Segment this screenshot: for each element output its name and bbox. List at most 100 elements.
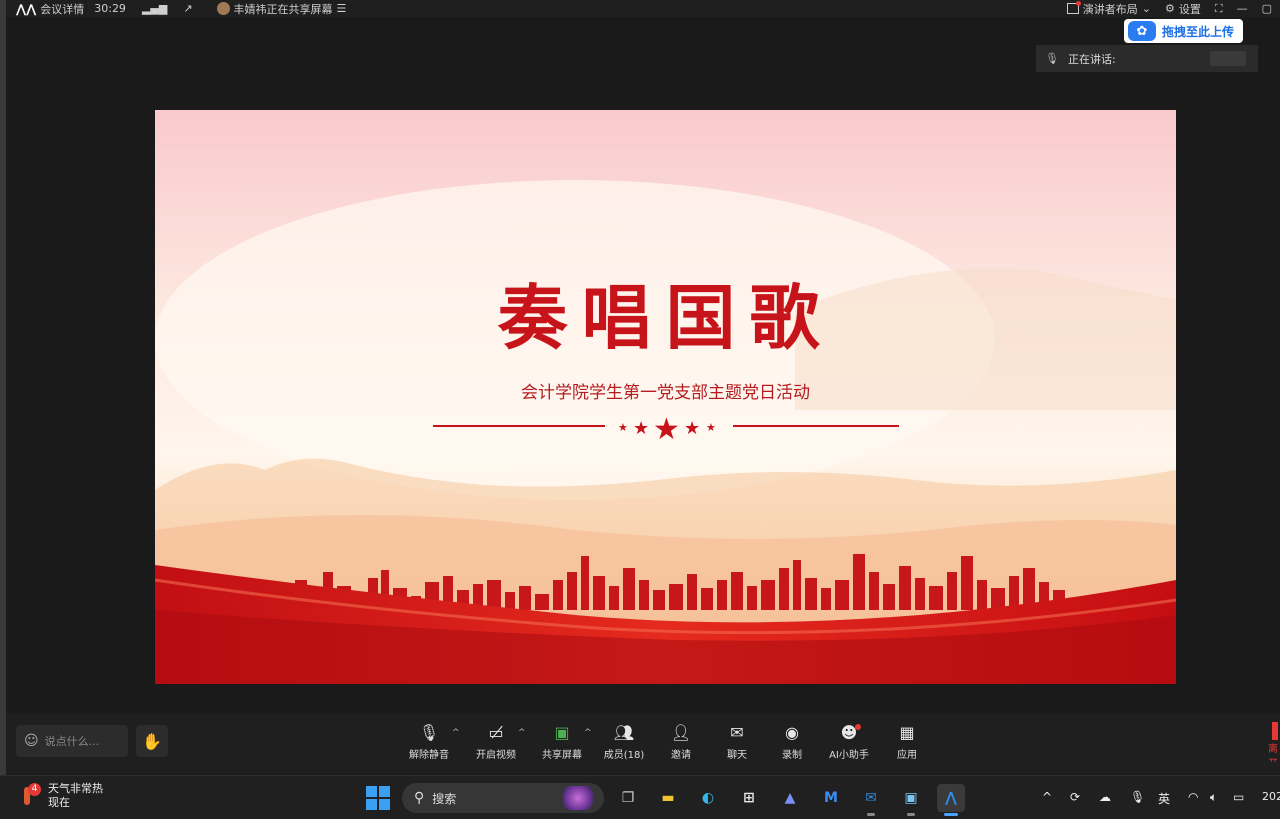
file-explorer-icon[interactable]: ▬: [654, 784, 682, 812]
task-view-icon[interactable]: ❐: [614, 784, 642, 812]
presenter-avatar: [216, 2, 230, 15]
apps-icon: ▦: [899, 723, 915, 742]
sharing-status[interactable]: 丰婧祎正在共享屏幕 ☰: [216, 1, 347, 17]
chat-placeholder: 说点什么...: [44, 735, 100, 748]
members-icon: 👥︎: [613, 723, 635, 742]
chat-button[interactable]: ✉ 聊天: [707, 722, 767, 768]
share-options-caret[interactable]: ^: [584, 728, 592, 738]
drag-upload-badge[interactable]: ✿ 拖拽至此上传: [1124, 19, 1243, 43]
ai-assistant-label: AI小助手: [829, 750, 869, 761]
slide-title: 奏唱国歌: [497, 276, 834, 359]
tencent-meeting-icon[interactable]: ⋀: [937, 784, 965, 816]
share-screen-label: 共享屏幕: [542, 750, 582, 761]
gear-icon: ⚙: [1165, 2, 1175, 15]
svg-text:★: ★: [633, 418, 649, 439]
members-button[interactable]: 👥︎ 成员(18): [594, 722, 654, 768]
speaking-label: 正在讲话:: [1068, 52, 1116, 66]
emoji-icon[interactable]: ☺: [24, 733, 39, 749]
record-button[interactable]: ◉ 录制: [762, 722, 822, 768]
settings-button[interactable]: ⚙ 设置: [1165, 1, 1201, 17]
video-off-icon: ▭̸: [488, 723, 504, 742]
weather-sub: 现在: [48, 796, 70, 809]
svg-text:★: ★: [706, 421, 716, 434]
edge-browser-icon[interactable]: ◐: [694, 784, 722, 812]
search-label: 搜索: [432, 791, 457, 806]
invite-button[interactable]: 👤︎ 邀请: [651, 722, 711, 768]
chat-label: 聊天: [727, 750, 747, 761]
svg-text:★: ★: [618, 421, 628, 434]
clock[interactable]: 202: [1262, 790, 1280, 803]
meeting-timer: 30:29: [94, 2, 126, 15]
audio-options-caret[interactable]: ^: [452, 728, 460, 738]
sharing-menu-icon: ☰: [336, 2, 347, 15]
sync-icon[interactable]: ⟳: [1070, 790, 1080, 804]
window-left-edge: [0, 0, 6, 775]
remote-desktop-icon[interactable]: ▣: [897, 784, 925, 816]
members-label: 成员(18): [603, 750, 645, 761]
restore-icon[interactable]: ▢: [1262, 2, 1272, 15]
upload-label: 拖拽至此上传: [1162, 24, 1235, 39]
chat-icon: ✉: [730, 723, 744, 742]
ime-indicator[interactable]: 英: [1158, 790, 1170, 807]
mail-app-icon[interactable]: M: [817, 784, 845, 812]
video-button[interactable]: ▭̸ 开启视频: [466, 722, 526, 768]
outlook-icon[interactable]: ✉: [857, 784, 885, 816]
cloud-upload-icon: ✿: [1128, 21, 1156, 41]
taskbar-search[interactable]: ⚲ 搜索: [402, 783, 604, 813]
sharing-status-label: 丰婧祎正在共享屏幕: [233, 2, 333, 16]
top-right-controls: 演讲者布局 ⌄ ⚙ 设置 ⛶ — ▢: [1066, 0, 1280, 17]
ai-assistant-icon: ☻: [841, 722, 862, 744]
mic-muted-icon: 🎙︎: [1045, 52, 1059, 65]
fullscreen-icon[interactable]: ⛶: [1215, 2, 1223, 16]
layout-icon: [1066, 1, 1081, 14]
volume-icon[interactable]: 🔈︎: [1210, 790, 1217, 805]
record-label: 录制: [782, 750, 802, 761]
apps-button[interactable]: ▦ 应用: [877, 722, 937, 768]
signal-icon[interactable]: ▂▄▆: [142, 2, 167, 15]
thermometer-icon: 4: [18, 783, 41, 809]
quick-chat-input[interactable]: ☺ 说点什么...: [16, 725, 128, 757]
invite-icon: 👤︎: [670, 723, 692, 742]
apps-label: 应用: [897, 750, 917, 761]
mic-off-icon: 🎙︎: [418, 723, 440, 742]
external-link-icon[interactable]: ↗: [183, 2, 192, 15]
search-highlight-image: [558, 786, 598, 810]
leave-button[interactable]: 离开: [1268, 722, 1280, 762]
search-icon: ⚲: [414, 790, 425, 806]
settings-label: 设置: [1178, 2, 1201, 16]
unmute-button[interactable]: 🎙︎ 解除静音: [399, 722, 459, 768]
unmute-label: 解除静音: [409, 750, 449, 761]
svg-text:★: ★: [653, 412, 680, 447]
video-options-caret[interactable]: ^: [518, 728, 526, 738]
windows-taskbar: 4 天气非常热 现在 ⚲ 搜索 ❐ ▬ ◐ ⊞ ▲ M ✉ ▣ ⋀ ^ ⟳ ☁ …: [0, 775, 1280, 819]
speaker-thumbnail: [1210, 51, 1246, 66]
svg-text:★: ★: [684, 418, 700, 439]
minimize-icon[interactable]: —: [1237, 2, 1248, 15]
copilot-icon[interactable]: ▲: [776, 784, 804, 812]
weather-title: 天气非常热: [48, 782, 103, 795]
slide-subtitle: 会计学院学生第一党支部主题党日活动: [521, 383, 810, 403]
raise-hand-button[interactable]: ✋: [136, 725, 168, 757]
start-button[interactable]: [366, 786, 390, 810]
layout-button[interactable]: 演讲者布局 ⌄: [1066, 1, 1152, 17]
layout-label: 演讲者布局: [1082, 2, 1138, 16]
cloud-icon[interactable]: ☁: [1099, 790, 1111, 804]
meeting-window: ⋀⋀ 会议详情 30:29 ▂▄▆ ↗ 丰婧祎正在共享屏幕 ☰ 演讲者布局 ⌄ …: [0, 0, 1280, 819]
raise-hand-icon: ✋: [142, 731, 162, 751]
app-logo-icon: ⋀⋀: [16, 1, 37, 16]
wifi-icon[interactable]: ◠: [1188, 790, 1198, 804]
ai-assistant-button[interactable]: ☻ AI小助手: [819, 722, 879, 768]
meeting-details-button[interactable]: ⋀⋀ 会议详情: [16, 1, 84, 17]
microphone-icon[interactable]: 🎙︎: [1130, 790, 1145, 804]
store-icon[interactable]: ⊞: [735, 784, 763, 812]
video-label: 开启视频: [476, 750, 516, 761]
elapsed-time: 30:29: [94, 2, 126, 15]
weather-widget[interactable]: 4 天气非常热 现在: [18, 782, 103, 810]
record-icon: ◉: [785, 723, 799, 742]
speaking-indicator: 🎙︎ 正在讲话:: [1036, 45, 1258, 72]
chevron-down-icon: ⌄: [1141, 2, 1152, 15]
share-screen-button[interactable]: ▣ 共享屏幕: [532, 722, 592, 768]
battery-icon[interactable]: ▭: [1233, 790, 1244, 804]
meeting-toolbar: ☺ 说点什么... ✋ 🎙︎ 解除静音 ^ ▭̸ 开启视频 ^ ▣ 共享屏幕 ^…: [6, 714, 1280, 774]
tray-overflow-icon[interactable]: ^: [1042, 790, 1052, 804]
